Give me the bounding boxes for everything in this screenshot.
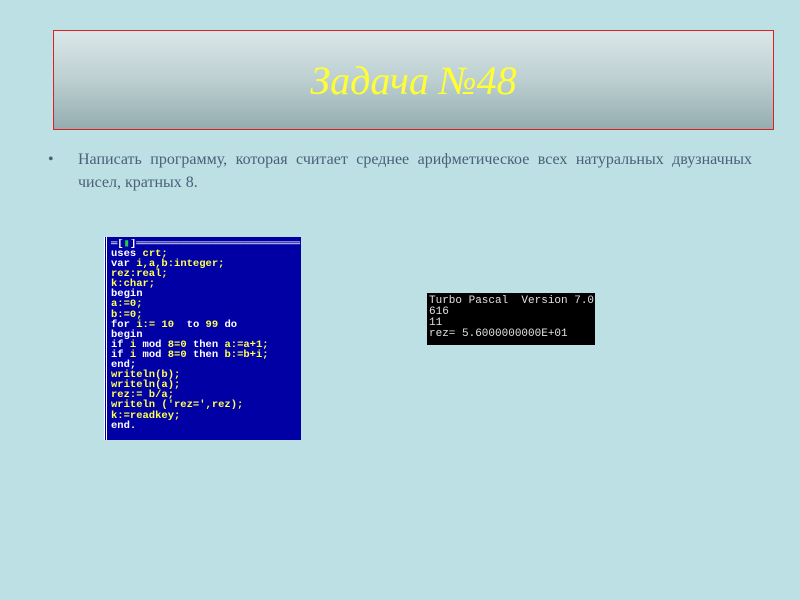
code-token: do — [224, 318, 238, 331]
slide-title: Задача №48 — [310, 57, 517, 103]
bullet-symbol: • — [48, 151, 54, 168]
code-token: end. — [111, 419, 137, 432]
task-text: Написать программу, которая считает сред… — [78, 151, 752, 191]
code-token: b:=b+i; — [224, 348, 269, 361]
code-line: k:=readkey; — [111, 410, 301, 421]
code-token: 8=0 — [167, 348, 193, 361]
title-box: Задача №48 — [53, 30, 774, 130]
console-line: 616 — [429, 306, 449, 318]
console-output: Turbo Pascal Version 7.0 616 11 rez= 5.6… — [427, 293, 595, 345]
code-token: 99 — [205, 318, 225, 331]
code-line: if i mod 8=0 then b:=b+i; — [111, 348, 301, 361]
code-token: to — [186, 318, 206, 331]
code-line: end. — [111, 419, 301, 432]
code-token: then — [192, 348, 225, 361]
code-token: mod — [142, 348, 168, 361]
bullet-item: • Написать программу, которая считает ср… — [48, 148, 752, 194]
code-screenshot: ═[▮]══════════════════════════ uses crt;… — [104, 237, 301, 440]
console-line: Turbo Pascal Version 7.0 — [429, 295, 595, 307]
console-line: rez= 5.6000000000E+01 — [429, 328, 568, 340]
code-lines: uses crt; var i,a,b:integer; rez:real; k:ch… — [111, 249, 301, 431]
code-token: i:= 10 — [136, 318, 187, 331]
